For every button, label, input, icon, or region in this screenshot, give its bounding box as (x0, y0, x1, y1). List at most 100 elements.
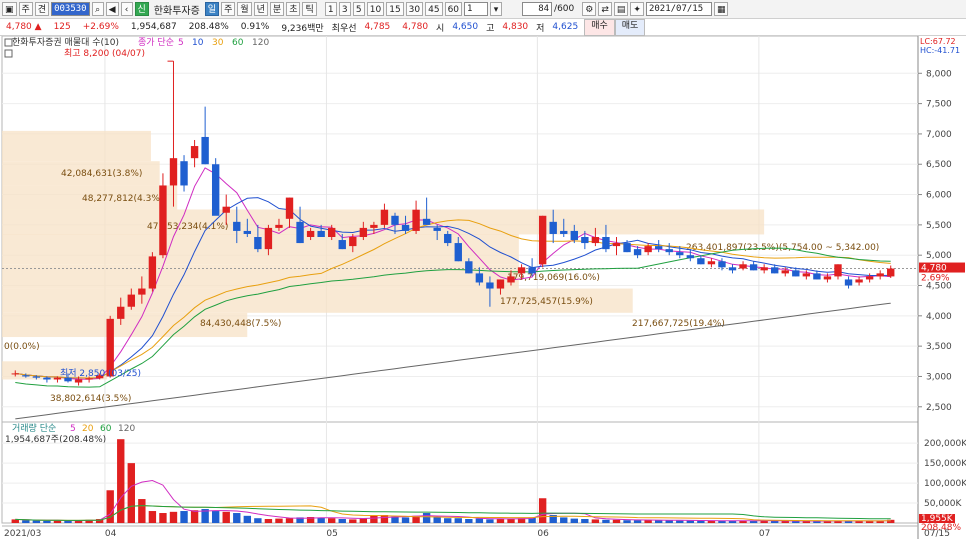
volume-bar (538, 498, 547, 523)
tf-minute[interactable]: 분 (269, 2, 285, 16)
ma-legend-item: 10 (192, 38, 204, 48)
hc-label: HC:-41.71 (920, 46, 960, 55)
low-value: 4,625 (552, 22, 579, 32)
candle-body (338, 240, 346, 250)
volume-bar (475, 518, 484, 523)
volume-profile-label: 84,430,448(7.5%) (200, 319, 281, 329)
volume-bar (486, 519, 494, 523)
volume-bar (64, 521, 72, 523)
candle-body (328, 227, 336, 237)
volume-bar (465, 519, 473, 523)
turnover-value: 0.91% (240, 22, 270, 32)
tf-year[interactable]: 년 (253, 2, 268, 16)
tf-tick[interactable]: 틱 (302, 2, 317, 16)
volume-bar (43, 520, 51, 523)
high-value: 4,830 (502, 22, 529, 32)
num-3[interactable]: 3 (338, 2, 351, 16)
volume-bar (22, 520, 30, 523)
num-15[interactable]: 15 (386, 2, 404, 16)
ask-value: 4,785 (364, 22, 391, 32)
num-45[interactable]: 45 (425, 2, 443, 16)
speaker-icon[interactable]: ◀ (105, 2, 119, 16)
sell-button[interactable]: 매도 (614, 18, 646, 36)
open-label: 시 (436, 23, 445, 34)
volume-bar (760, 521, 768, 523)
candle-body (644, 246, 652, 253)
candle-body (686, 255, 695, 259)
candle-body (370, 224, 378, 228)
price-tick-label: 5,500 (926, 221, 952, 231)
tf-week[interactable]: 주 (221, 2, 236, 16)
candle-body (887, 268, 895, 277)
legend-box2-icon (4, 49, 13, 58)
num-10[interactable]: 10 (366, 2, 385, 16)
volume-profile-label: 177,725,457(15.9%) (500, 297, 593, 307)
volume-bar (591, 519, 600, 523)
candle-body (380, 209, 389, 225)
prev-icon[interactable]: ‹ (120, 2, 133, 16)
candle-body (538, 215, 547, 265)
tf-month[interactable]: 월 (237, 2, 252, 16)
candle-body (697, 258, 705, 265)
volume-tick-label: 200,000K (924, 439, 966, 449)
candle-body (127, 294, 135, 307)
price-chart[interactable]: 8,0007,5007,0006,5006,0005,5005,0004,500… (0, 36, 966, 539)
volume-bar (211, 511, 220, 523)
layout-icon[interactable]: ▣ (2, 2, 17, 16)
candle-body (243, 230, 252, 234)
period2-select[interactable]: 견 (34, 2, 50, 16)
tf-second[interactable]: 초 (286, 2, 301, 16)
x-tick-label: 2021/03 (4, 529, 41, 539)
price-value: 4,780 ▲ (6, 22, 42, 32)
volume-bar (623, 520, 631, 523)
candle-body (222, 206, 230, 213)
quote-bar: 4,780 ▲ 125 +2.69% 1,954,687 208.48% 0.9… (0, 18, 966, 36)
candle-body (11, 373, 19, 375)
stock-code-input[interactable]: 003530 (51, 2, 90, 16)
candle-body (517, 267, 526, 274)
compare-icon[interactable]: ⇄ (598, 2, 612, 16)
calendar-icon[interactable]: ▦ (713, 2, 729, 16)
price-tick-label: 6,500 (926, 160, 952, 170)
chevron-down-icon[interactable]: ▾ (490, 2, 503, 16)
volume-bar (665, 520, 673, 523)
amount-value: 9,236백만 (281, 23, 324, 34)
sin-badge: 신 (134, 2, 149, 16)
period-select[interactable]: 주 (18, 2, 33, 16)
unit-input[interactable]: 1 (464, 2, 489, 16)
settings-icon[interactable]: ✦ (630, 2, 644, 16)
tool-icon[interactable]: ⚙ (582, 2, 597, 16)
num-30[interactable]: 30 (405, 2, 424, 16)
volume-bar (654, 520, 663, 523)
buy-button[interactable]: 매수 (584, 18, 615, 36)
volume-profile-label: 0(0.0%) (4, 342, 40, 352)
volume-bar (602, 519, 610, 523)
search-icon[interactable]: ⌕ (91, 2, 104, 16)
candle-body (138, 288, 146, 295)
x-tick-label: 07/15 (924, 529, 950, 539)
candle-body (876, 273, 884, 277)
candle-body (74, 379, 83, 383)
candle-body (781, 270, 789, 274)
candle-body (507, 276, 515, 283)
tf-day[interactable]: 일 (204, 2, 220, 16)
candle-body (169, 158, 178, 186)
date-input[interactable]: 2021/07/15 (645, 2, 712, 16)
volume-bar (180, 511, 188, 523)
num-5[interactable]: 5 (352, 2, 365, 16)
volume-bar (581, 519, 589, 523)
candle-body (855, 279, 863, 283)
candle-body (581, 237, 589, 244)
candle-body (623, 243, 631, 253)
price-tick-label: 3,000 (926, 372, 952, 382)
volume-profile-label: 42,084,631(3.8%) (61, 169, 142, 179)
save-icon[interactable]: ▤ (613, 2, 629, 16)
num-1[interactable]: 1 (324, 2, 337, 16)
volume-bar (454, 518, 462, 523)
candle-body (106, 318, 114, 377)
count-input[interactable]: 84 (522, 2, 553, 16)
num-60[interactable]: 60 (444, 2, 463, 16)
candle-body (718, 261, 726, 268)
price-tick-label: 7,500 (926, 100, 952, 110)
volume-bar (138, 499, 146, 523)
